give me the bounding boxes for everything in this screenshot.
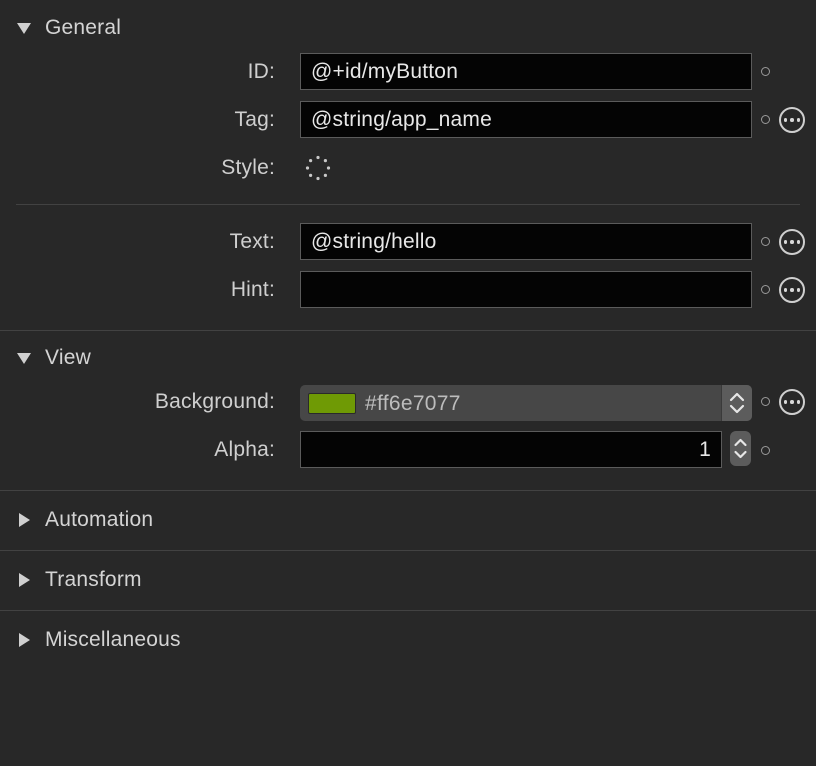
tag-input[interactable] (300, 101, 752, 138)
tag-label: Tag: (234, 108, 275, 131)
section-header-view[interactable]: View (0, 341, 816, 375)
alpha-attribute-circle-icon[interactable] (761, 446, 770, 455)
triangle-right-icon (19, 633, 30, 647)
id-input[interactable] (300, 53, 752, 90)
section-title-general: General (45, 16, 122, 39)
tag-attribute-circle-icon[interactable] (761, 115, 770, 124)
section-title-automation: Automation (45, 508, 154, 531)
background-stepper[interactable] (721, 385, 752, 421)
section-divider-transform (0, 550, 816, 551)
section-divider-miscellaneous (0, 610, 816, 611)
tag-more-icon[interactable] (779, 107, 805, 133)
general-inner-divider (16, 204, 800, 205)
section-title-miscellaneous: Miscellaneous (45, 628, 181, 651)
section-header-automation[interactable]: Automation (0, 503, 816, 537)
text-label: Text: (229, 230, 275, 253)
section-title-transform: Transform (45, 568, 142, 591)
section-divider-automation (0, 490, 816, 491)
hint-input[interactable] (300, 271, 752, 308)
section-header-transform[interactable]: Transform (0, 563, 816, 597)
triangle-down-icon (17, 353, 31, 364)
hint-label: Hint: (230, 278, 275, 301)
spinner-icon (305, 155, 331, 181)
triangle-down-icon (17, 23, 31, 34)
alpha-stepper[interactable] (730, 431, 751, 466)
background-label: Background: (154, 390, 275, 413)
up-down-stepper-icon (734, 438, 747, 459)
background-attribute-circle-icon[interactable] (761, 397, 770, 406)
alpha-label: Alpha: (214, 438, 275, 461)
hint-attribute-circle-icon[interactable] (761, 285, 770, 294)
background-color-swatch[interactable] (308, 393, 356, 414)
up-down-stepper-icon (729, 392, 745, 414)
text-more-icon[interactable] (779, 229, 805, 255)
background-color-select[interactable]: #ff6e7077 (300, 385, 752, 421)
section-title-view: View (45, 346, 91, 369)
section-divider-view (0, 330, 816, 331)
style-label: Style: (221, 156, 275, 179)
alpha-input[interactable] (300, 431, 722, 468)
text-input[interactable] (300, 223, 752, 260)
triangle-right-icon (19, 573, 30, 587)
triangle-right-icon (19, 513, 30, 527)
background-more-icon[interactable] (779, 389, 805, 415)
id-attribute-circle-icon[interactable] (761, 67, 770, 76)
hint-more-icon[interactable] (779, 277, 805, 303)
attributes-inspector-panel: General ID: Tag: Style: Text: Hint: (0, 0, 816, 766)
text-attribute-circle-icon[interactable] (761, 237, 770, 246)
section-header-general[interactable]: General (0, 11, 816, 45)
section-header-miscellaneous[interactable]: Miscellaneous (0, 623, 816, 657)
background-value: #ff6e7077 (365, 392, 461, 415)
id-label: ID: (247, 60, 275, 83)
